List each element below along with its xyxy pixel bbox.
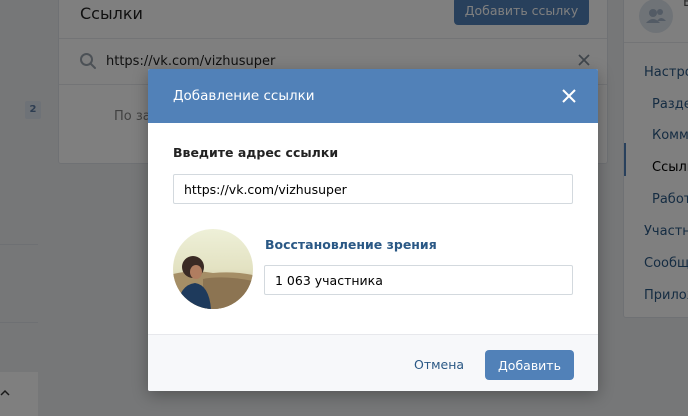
dialog-header: Добавление ссылки bbox=[148, 69, 598, 123]
link-description-input[interactable] bbox=[264, 265, 573, 295]
community-avatar bbox=[173, 229, 253, 309]
add-link-dialog: Добавление ссылки Введите адрес ссылки В… bbox=[148, 69, 598, 391]
url-field-label: Введите адрес ссылки bbox=[173, 145, 339, 160]
cancel-button[interactable]: Отмена bbox=[404, 350, 474, 380]
dialog-footer: Отмена Добавить bbox=[148, 334, 598, 391]
add-button[interactable]: Добавить bbox=[485, 350, 574, 380]
community-name[interactable]: Восстановление зрения bbox=[265, 237, 437, 252]
url-input[interactable] bbox=[173, 174, 573, 204]
dialog-title: Добавление ссылки bbox=[173, 88, 315, 104]
close-icon[interactable] bbox=[560, 87, 578, 105]
